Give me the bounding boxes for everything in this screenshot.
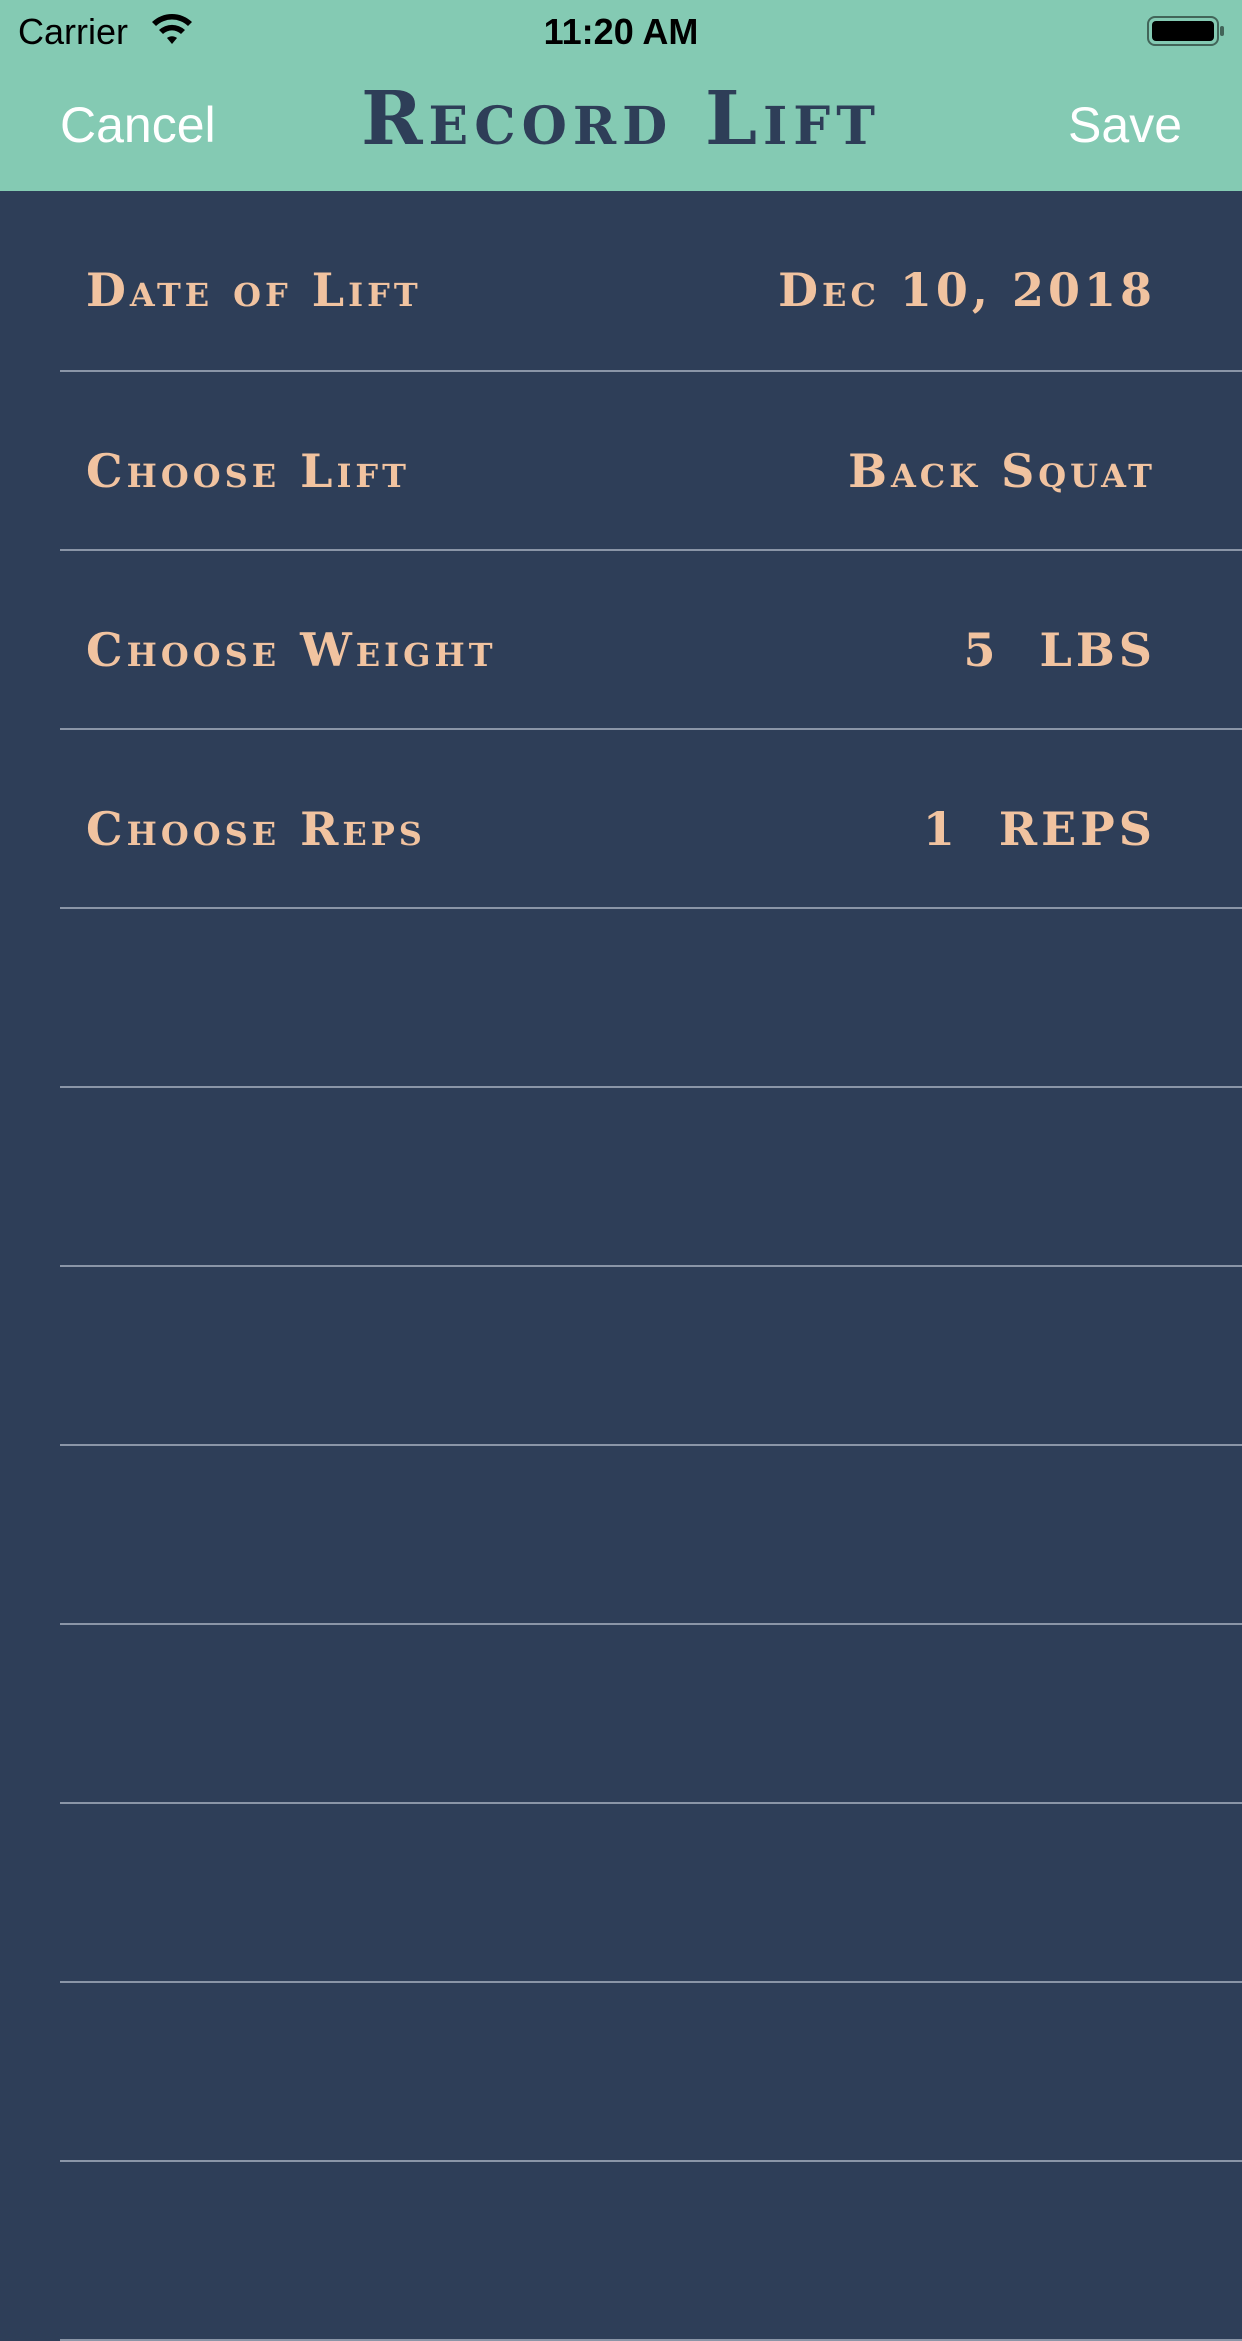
date-of-lift-value[interactable]: Dec 10, 2018: [778, 263, 1156, 317]
page-title: Record Lift: [361, 76, 881, 162]
choose-reps-label: Choose Reps: [86, 802, 426, 856]
empty-row: [60, 1088, 1242, 1267]
empty-row: [60, 1983, 1242, 2162]
date-of-lift-row[interactable]: Date of Lift Dec 10, 2018: [60, 191, 1242, 372]
choose-weight-label: Choose Weight: [86, 623, 497, 677]
empty-row: [60, 1446, 1242, 1625]
empty-row: [60, 1267, 1242, 1446]
choose-weight-row[interactable]: Choose Weight 5 LBS: [60, 551, 1242, 730]
empty-row: [60, 909, 1242, 1088]
choose-reps-value[interactable]: 1 REPS: [923, 802, 1156, 856]
choose-lift-row[interactable]: Choose Lift Back Squat: [60, 372, 1242, 551]
empty-row: [60, 2162, 1242, 2341]
choose-lift-value[interactable]: Back Squat: [848, 444, 1156, 498]
navigation-header: Carrier 11:20 AM Cancel Record Lift Save: [0, 0, 1242, 191]
empty-row: [60, 1625, 1242, 1804]
date-of-lift-label: Date of Lift: [86, 263, 422, 317]
choose-lift-label: Choose Lift: [86, 444, 410, 498]
battery-icon: [1147, 16, 1224, 46]
status-time: 11:20 AM: [543, 11, 699, 52]
choose-weight-value[interactable]: 5 LBS: [964, 623, 1156, 677]
record-lift-form: Date of Lift Dec 10, 2018 Choose Lift Ba…: [0, 191, 1242, 2341]
save-button[interactable]: Save: [1068, 96, 1182, 154]
empty-row: [60, 1804, 1242, 1983]
status-bar: Carrier 11:20 AM: [0, 0, 1242, 60]
choose-reps-row[interactable]: Choose Reps 1 REPS: [60, 730, 1242, 909]
